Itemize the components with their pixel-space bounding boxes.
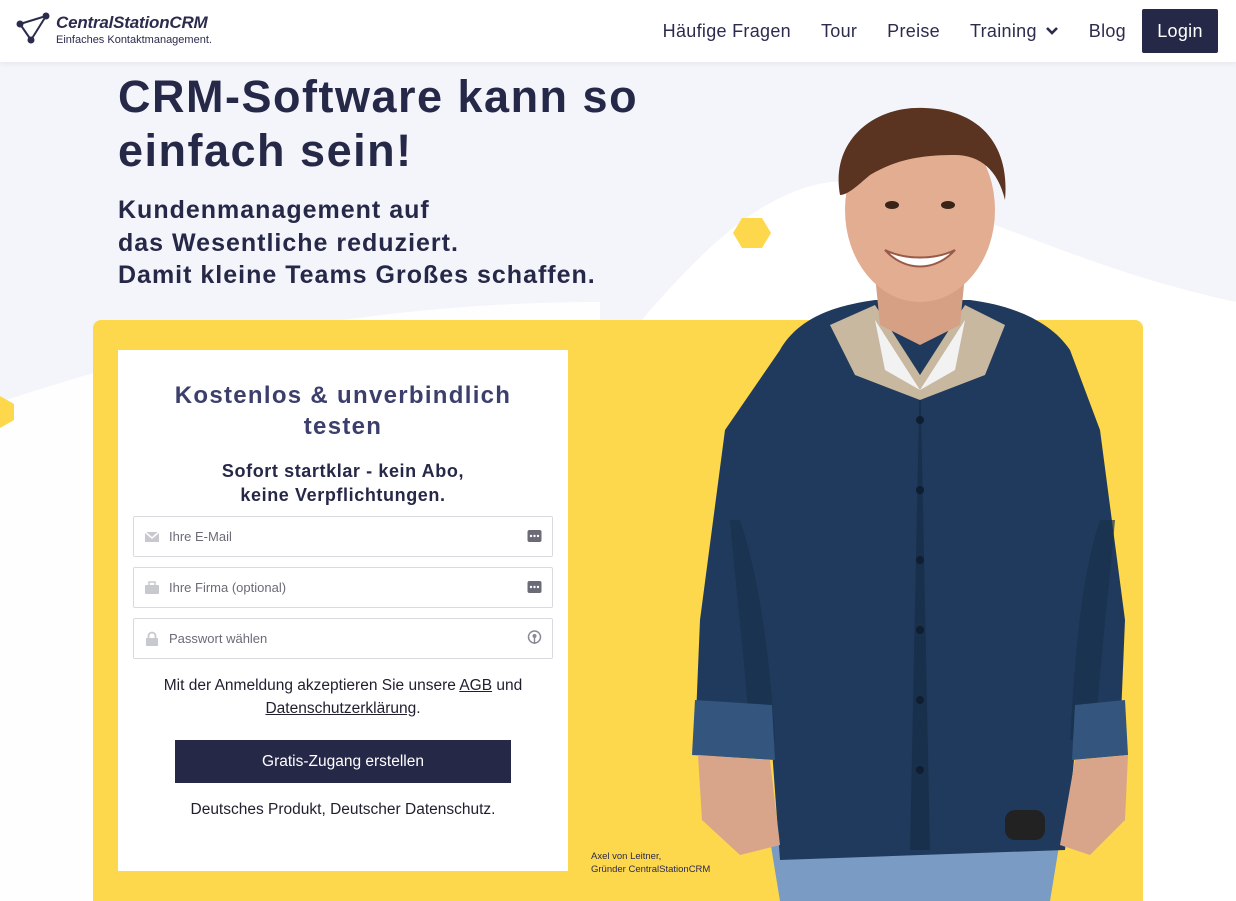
form-title: Kostenlos & unverbindlich testen <box>174 382 512 440</box>
email-input[interactable] <box>169 517 514 556</box>
form-subtitle-line: Sofort startklar - kein Abo, <box>221 461 465 481</box>
terms-text: Mit der Anmeldung akzeptieren Sie unsere… <box>118 674 568 720</box>
network-logo-icon <box>16 12 50 44</box>
logo[interactable]: CentralStationCRM Einfaches Kontaktmanag… <box>16 10 226 50</box>
site-header: CentralStationCRM Einfaches Kontaktmanag… <box>0 0 1236 62</box>
nav-item-faq[interactable]: Häufige Fragen <box>663 21 791 42</box>
nav-item-blog[interactable]: Blog <box>1089 21 1126 42</box>
signup-form: Kostenlos & unverbindlich testen Sofort … <box>118 350 568 871</box>
briefcase-icon <box>145 581 159 594</box>
create-free-account-button[interactable]: Gratis-Zugang erstellen <box>175 740 511 783</box>
hero-subtitle-line: Kundenmanagement auf <box>118 196 430 224</box>
terms-prefix: Mit der Anmeldung akzeptieren Sie unsere <box>163 677 456 694</box>
envelope-icon <box>144 531 160 542</box>
nav-item-pricing[interactable]: Preise <box>887 21 940 42</box>
password-input[interactable] <box>169 619 514 658</box>
email-field-wrapper <box>133 516 553 557</box>
chevron-down-icon <box>1045 27 1058 35</box>
hero-subtitle: Kundenmanagement auf das Wesentliche red… <box>118 194 678 292</box>
password-manager-icon[interactable] <box>527 579 542 595</box>
form-subtitle-line: keine Verpflichtungen. <box>240 485 446 505</box>
password-manager-icon[interactable] <box>527 528 542 544</box>
form-subtitle: Sofort startklar - kein Abo, keine Verpf… <box>118 459 568 507</box>
caption-role: Gründer CentralStationCRM <box>591 864 711 875</box>
terms-period: . <box>416 700 421 717</box>
nav-item-training[interactable]: Training <box>970 21 1059 42</box>
logo-tagline: Einfaches Kontaktmanagement. <box>56 34 212 46</box>
privacy-link[interactable]: Datenschutzerklärung <box>265 700 416 717</box>
terms-and: und <box>496 677 523 694</box>
founder-photo <box>692 107 1128 901</box>
hero-subtitle-line: das Wesentliche reduziert. <box>118 228 459 257</box>
password-field-wrapper <box>133 618 553 659</box>
hero-subtitle-line: Damit kleine Teams Großes schaffen. <box>118 261 596 289</box>
main-nav: Häufige Fragen Tour Preise Training Blog… <box>633 9 1218 53</box>
product-note: Deutsches Produkt, Deutscher Datenschutz… <box>190 801 496 818</box>
key-icon[interactable] <box>527 630 542 646</box>
lock-icon <box>146 631 158 646</box>
caption-name: Axel von Leitner, <box>591 851 662 862</box>
photo-caption: Axel von Leitner, Gründer CentralStation… <box>591 850 710 876</box>
nav-item-training-label: Training <box>970 20 1037 41</box>
hero-title: CRM-Software kann so einfach sein! <box>118 71 639 176</box>
login-button[interactable]: Login <box>1142 9 1218 53</box>
nav-item-tour[interactable]: Tour <box>821 21 857 42</box>
company-input[interactable] <box>169 568 514 607</box>
logo-name: CentralStationCRM <box>56 13 208 32</box>
agb-link[interactable]: AGB <box>459 677 492 694</box>
company-field-wrapper <box>133 567 553 608</box>
